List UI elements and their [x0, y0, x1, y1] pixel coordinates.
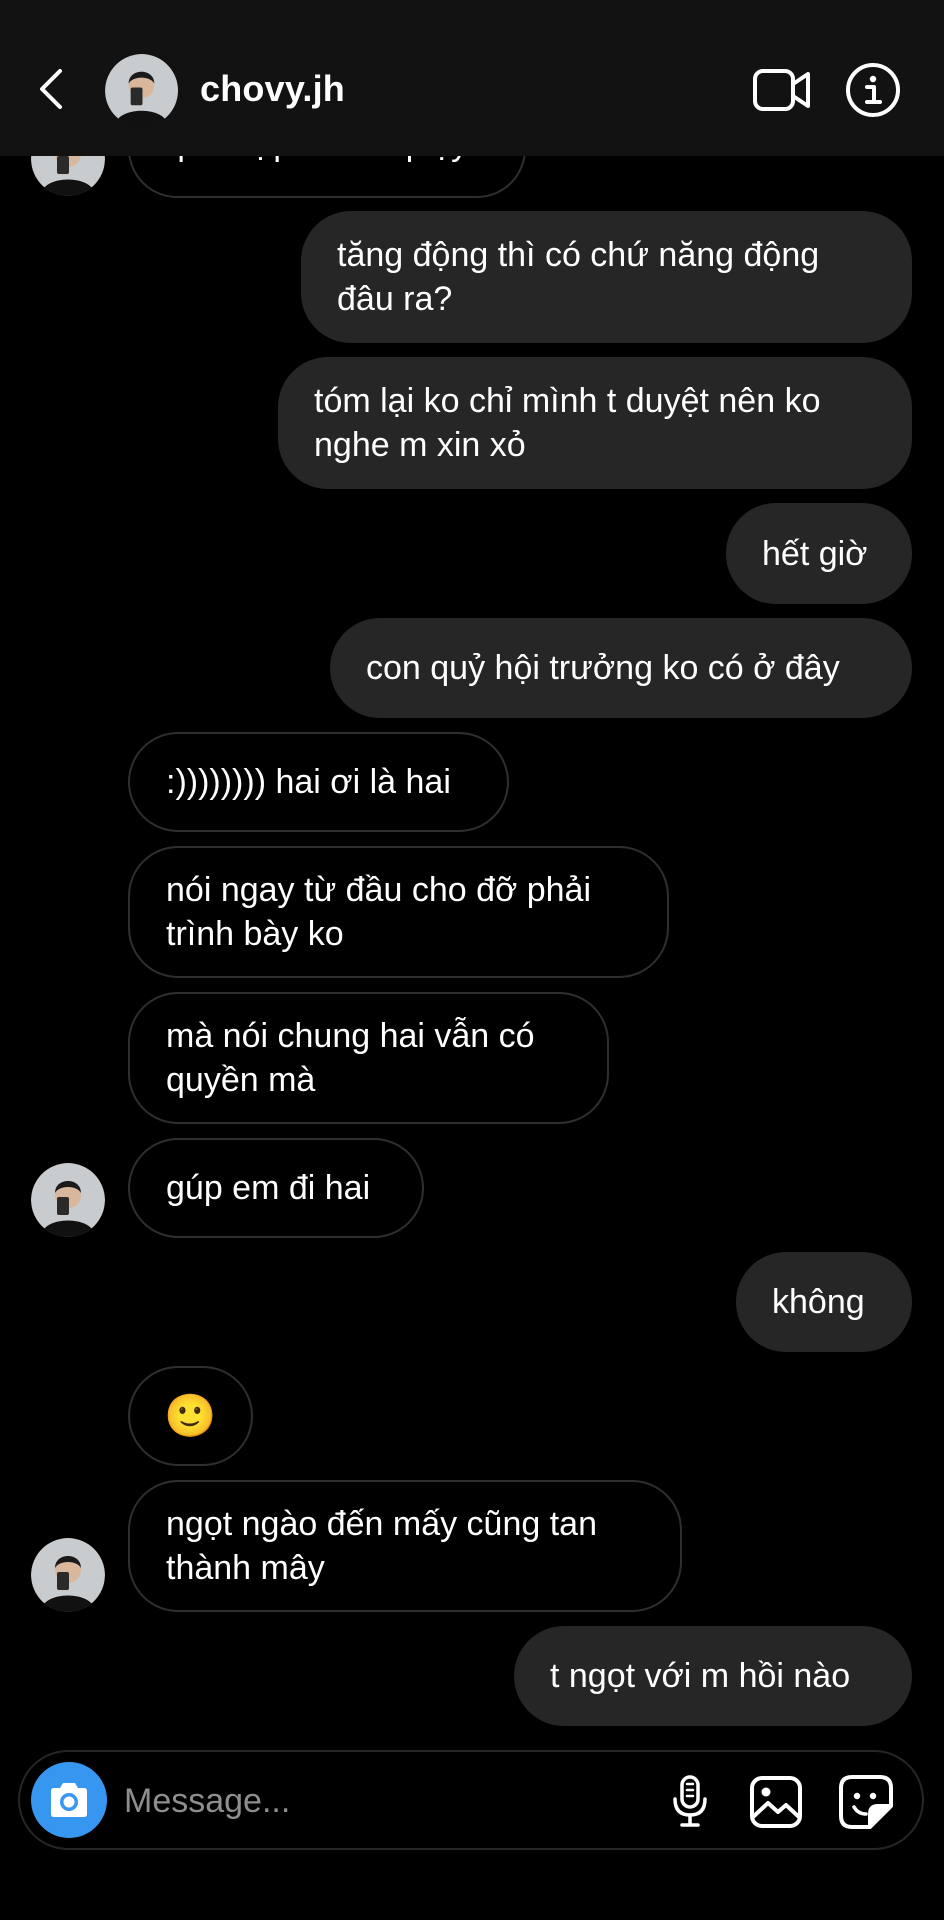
message-input[interactable]	[122, 1770, 546, 1832]
message-bubble-incoming[interactable]: mà nói chung hai vẫn có quyền mà	[128, 992, 609, 1124]
message-text-line: tăng động thì có chứ năng động	[337, 236, 820, 274]
message-text-line: ngọt ngào đến mấy cũng tan	[166, 1505, 597, 1543]
message-text: :)))))))) hai ơi là hai	[166, 763, 451, 801]
gallery-button[interactable]	[746, 1772, 806, 1832]
back-arrow-icon	[40, 69, 62, 109]
message-text-line: thành mây	[166, 1549, 325, 1587]
contact-username[interactable]: chovy.jh	[200, 68, 345, 110]
video-call-icon	[753, 69, 810, 111]
sender-avatar[interactable]	[31, 1163, 105, 1237]
message-bubble-incoming[interactable]: 🙂	[128, 1366, 253, 1466]
microphone-icon	[673, 1775, 707, 1827]
message-bubble-outgoing[interactable]: t ngọt với m hồi nào	[514, 1626, 912, 1726]
message-bubble-outgoing[interactable]: hết giờ	[726, 503, 912, 604]
camera-button[interactable]	[31, 1762, 107, 1838]
message-bubble-outgoing[interactable]: con quỷ hội trưởng ko có ở đây	[330, 618, 912, 718]
sender-avatar[interactable]	[31, 1538, 105, 1612]
message-text-line: nghe m xin xỏ	[314, 426, 526, 464]
header-avatar[interactable]	[105, 54, 179, 128]
message-bubble-outgoing[interactable]: tóm lại ko chỉ mình t duyệt nên ko nghe …	[278, 357, 912, 489]
message-bubble-incoming[interactable]: ngọt ngào đến mấy cũng tan thành mây	[128, 1480, 682, 1612]
message-bubble-outgoing[interactable]: tăng động thì có chứ năng động đâu ra?	[301, 211, 912, 343]
avatar-photo	[31, 1163, 105, 1237]
message-bubble-incoming[interactable]: gúp em đi hai	[128, 1138, 424, 1238]
info-icon	[846, 63, 900, 117]
camera-icon	[51, 1783, 87, 1817]
message-text-line: mà nói chung hai vẫn có	[166, 1017, 535, 1055]
sticker-button[interactable]	[836, 1772, 896, 1832]
chat-header: chovy.jh	[0, 0, 944, 156]
microphone-button[interactable]	[660, 1772, 720, 1832]
message-text-line: quyền mà	[166, 1061, 316, 1099]
message-text-line: nói ngay từ đầu cho đỡ phải	[166, 871, 592, 909]
video-call-button[interactable]	[752, 64, 812, 116]
message-bubble-outgoing[interactable]: không	[736, 1252, 912, 1352]
info-button[interactable]	[845, 62, 901, 118]
sticker-icon	[839, 1775, 893, 1829]
message-text: không	[772, 1283, 865, 1321]
message-text-line: trình bày ko	[166, 915, 344, 953]
back-button[interactable]	[28, 58, 72, 120]
message-composer	[18, 1750, 924, 1850]
message-text: hết giờ	[762, 534, 868, 573]
smile-emoji: 🙂	[164, 1392, 217, 1439]
message-text: gúp em đi hai	[166, 1169, 371, 1207]
message-bubble-incoming[interactable]: nói ngay từ đầu cho đỡ phải trình bày ko	[128, 846, 669, 978]
message-text-line: tóm lại ko chỉ mình t duyệt nên ko	[314, 382, 821, 420]
message-bubble-incoming[interactable]: :)))))))) hai ơi là hai	[128, 732, 509, 832]
avatar-photo	[31, 1538, 105, 1612]
avatar-photo	[105, 54, 178, 127]
message-text-line: đâu ra?	[337, 280, 453, 318]
gallery-icon	[750, 1776, 802, 1828]
message-text: con quỷ hội trưởng ko có ở đây	[366, 649, 840, 687]
message-text: t ngọt với m hồi nào	[550, 1657, 851, 1695]
